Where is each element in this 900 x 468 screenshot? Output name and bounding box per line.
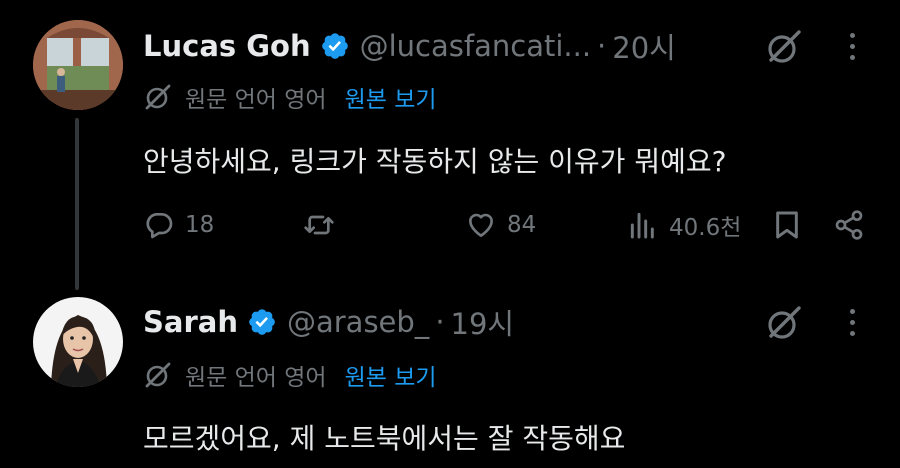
like-count: 84 (507, 212, 537, 238)
avatar-lucas[interactable] (33, 20, 123, 110)
separator-dot: · (435, 305, 445, 339)
repost-icon (304, 215, 334, 235)
verified-badge-icon (249, 309, 275, 335)
translate-icon (145, 84, 171, 110)
show-original-link[interactable]: 원본 보기 (345, 358, 437, 392)
share-button[interactable] (833, 203, 865, 247)
post-header: Lucas Goh @lucasfancati... · 20시 (143, 25, 676, 67)
post-time[interactable]: 19시 (451, 301, 515, 343)
translate-icon (145, 362, 171, 388)
bookmark-icon (776, 211, 798, 239)
show-original-link[interactable]: 원본 보기 (345, 80, 437, 114)
author-name[interactable]: Lucas Goh (143, 29, 311, 63)
repost-button[interactable] (303, 203, 345, 247)
action-bar: 18 84 40.6천 (143, 203, 873, 247)
post-text: 안녕하세요, 링크가 작동하지 않는 이유가 뭐예요? (143, 145, 727, 178)
post-time[interactable]: 20시 (612, 25, 676, 67)
translation-row: 원문 언어 영어 원본 보기 (143, 80, 437, 114)
share-icon (835, 210, 863, 240)
author-handle[interactable]: @araseb_ (287, 305, 429, 339)
views-button[interactable]: 40.6천 (627, 203, 741, 247)
view-count: 40.6천 (669, 215, 742, 241)
author-name[interactable]: Sarah (143, 305, 238, 339)
more-icon[interactable] (841, 302, 863, 342)
reply-count: 18 (185, 212, 215, 238)
grok-icon[interactable] (764, 27, 804, 67)
post-text: 모르겠어요, 제 노트북에서는 잘 작동해요 (143, 422, 626, 455)
reply-button[interactable]: 18 (143, 203, 214, 247)
more-icon[interactable] (841, 26, 863, 66)
translated-from-label: 원문 언어 영어 (185, 365, 327, 391)
reply-icon (146, 213, 173, 239)
post-sarah[interactable]: Sarah @araseb_ · 19시 원문 언어 영어 원본 보기 모르겠어… (0, 290, 900, 468)
views-icon (630, 212, 654, 239)
post-header: Sarah @araseb_ · 19시 (143, 301, 515, 343)
author-handle[interactable]: @lucasfancati... (360, 29, 591, 63)
translation-row: 원문 언어 영어 원본 보기 (143, 358, 437, 392)
translated-from-label: 원문 언어 영어 (185, 87, 327, 113)
verified-badge-icon (321, 33, 348, 59)
post-lucas[interactable]: Lucas Goh @lucasfancati... · 20시 원문 언어 영… (0, 0, 900, 290)
avatar-sarah[interactable] (33, 297, 123, 387)
like-button[interactable]: 84 (465, 203, 536, 247)
bookmark-button[interactable] (771, 203, 803, 247)
separator-dot: · (597, 29, 607, 63)
grok-icon[interactable] (764, 303, 804, 343)
heart-icon (469, 213, 493, 237)
